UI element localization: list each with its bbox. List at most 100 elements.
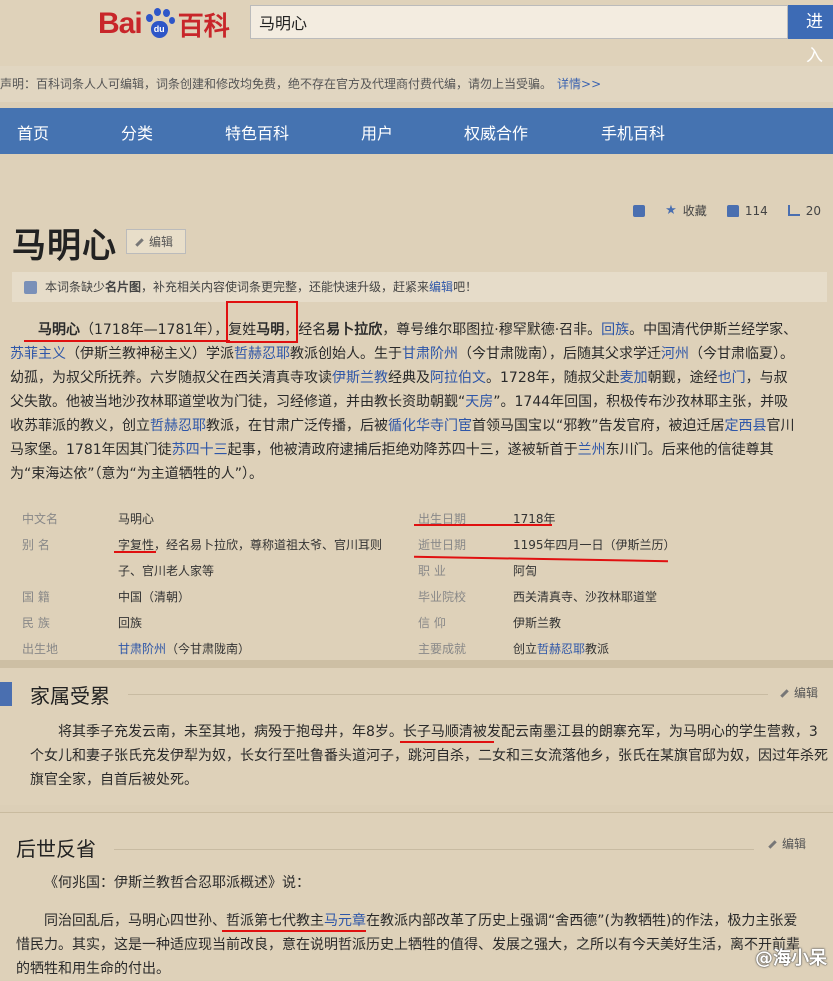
- link-arabic[interactable]: 阿拉伯文: [430, 370, 486, 386]
- info-key: 职 业: [418, 564, 446, 578]
- info-key: 中文名: [22, 512, 59, 526]
- share-icon[interactable]: [787, 205, 800, 216]
- info-key: 出生地: [22, 642, 59, 656]
- info-value: 马明心: [118, 512, 155, 526]
- nav-mobile[interactable]: 手机百科: [601, 120, 665, 144]
- info-value-rest: 教派: [585, 642, 610, 656]
- annotation-underline: [400, 741, 494, 743]
- section-family: 家属受累 编辑 将其季子充发云南，未至其地，病殁于抱母井，年8岁。长子马顺清被发…: [0, 668, 833, 805]
- info-link-jahriyya[interactable]: 哲赫忍耶: [537, 642, 585, 656]
- section-edit-button[interactable]: 编辑: [780, 684, 818, 701]
- annotation-box: [226, 301, 298, 343]
- link-tianfang[interactable]: 天房: [465, 394, 493, 410]
- nav-user[interactable]: 用户: [361, 120, 393, 144]
- link-hui[interactable]: 回族: [601, 322, 629, 338]
- star-icon[interactable]: ★: [665, 203, 677, 218]
- add-icon[interactable]: [633, 204, 646, 217]
- annotation-underline: [114, 551, 156, 553]
- intro-s13: 教派，在甘肃广泛传播，后被: [206, 418, 388, 434]
- info-link-hui[interactable]: 回族: [118, 610, 142, 636]
- section-paragraph: 将其季子充发云南，未至其地，病殁于抱母井，年8岁。长子马顺清被发配云南墨江县的朗…: [30, 720, 830, 792]
- link-jiezhou[interactable]: 甘肃阶州: [402, 346, 458, 362]
- tip-text-end: 吧！: [453, 280, 478, 294]
- link-hezhou[interactable]: 河州: [661, 346, 689, 362]
- section-rule: [114, 849, 754, 850]
- intro-dates: （1718年—1781年），: [80, 322, 229, 338]
- info-value: 1718年: [513, 512, 556, 526]
- logo-text-bai: Bai: [98, 7, 143, 40]
- info-link-ahong[interactable]: 阿訇: [513, 558, 537, 584]
- missing-image-tip: 本词条缺少名片图，补充相关内容使词条更完整，还能快速升级，赶紧来编辑吧！: [12, 272, 827, 302]
- info-value: 西关清真寺、沙孜林耶道堂: [513, 590, 658, 604]
- info-value: 字复性，经名易卜拉欣，尊称道祖太爷、官川耳则: [118, 532, 382, 558]
- intro-name: 马明心: [38, 322, 80, 338]
- pencil-icon: [768, 840, 777, 849]
- article-toolbar: ★ 收藏 114 20: [633, 202, 821, 219]
- like-count: 114: [744, 203, 768, 218]
- para-a: 将其季子充发云南，未至其地，病殁于抱母井，年8岁。: [58, 724, 403, 740]
- section-edit-button[interactable]: 编辑: [768, 835, 806, 852]
- edit-button[interactable]: 编辑: [126, 229, 186, 254]
- link-ma-yuanzhang[interactable]: 马元章: [324, 913, 366, 929]
- link-dingxi[interactable]: 定西县: [725, 418, 767, 434]
- intro-paragraph: 马明心（1718年—1781年），复姓马明，经名易卜拉欣，尊号维尔耶图拉·穆罕默…: [10, 318, 800, 486]
- alias-a: 字复性: [118, 538, 155, 552]
- intro-s10: 朝觐，途经: [647, 370, 718, 386]
- para-a: 同治回乱后，马明心四世孙、: [44, 913, 226, 929]
- intro-s14: 首领马国宝以“邪教”告发官府，被迫迁居: [472, 418, 725, 434]
- link-mecca[interactable]: 麦加: [620, 370, 648, 386]
- link-sufi[interactable]: 苏菲主义: [10, 346, 66, 362]
- info-value-pre: 创立: [513, 642, 538, 656]
- tip-text-mid: ，补充相关内容使词条更完整，还能快速升级，赶紧来: [141, 280, 430, 294]
- nav-authority[interactable]: 权威合作: [464, 120, 528, 144]
- info-key: 国 籍: [22, 590, 50, 604]
- header: Bai du 百科 进入: [0, 0, 833, 66]
- link-su43[interactable]: 苏四十三: [172, 442, 228, 458]
- intro-s8: 经典及: [388, 370, 430, 386]
- nav-home[interactable]: 首页: [17, 120, 49, 144]
- enter-button[interactable]: 进入: [788, 5, 833, 66]
- share-count: 20: [805, 203, 821, 218]
- thumbs-up-icon[interactable]: [726, 204, 739, 217]
- edit-label: 编辑: [782, 837, 807, 851]
- info-key: 毕业院校: [418, 590, 467, 604]
- intro-s4: （伊斯兰教神秘主义）学派: [66, 346, 234, 362]
- info-key: 逝世日期: [418, 538, 467, 552]
- edit-note-icon: [24, 281, 37, 294]
- notice-bar: 声明：百科词条人人可编辑，词条创建和修改均免费，绝不存在官方及代理商付费代编，请…: [0, 66, 833, 102]
- alias-b: ，经名易卜拉欣，尊称道祖太爷、官川耳则: [154, 538, 383, 552]
- info-value-rest: （今甘肃陇南）: [166, 642, 251, 656]
- link-xunhua[interactable]: 循化华寺门宦: [388, 418, 472, 434]
- collect-button[interactable]: 收藏: [683, 202, 707, 219]
- paw-icon: du: [143, 8, 175, 40]
- nav-category[interactable]: 分类: [121, 120, 153, 144]
- section-reflection: 后世反省 编辑 《何兆国：伊斯兰教哲合忍耶派概述》说： 同治回乱后，马明心四世孙…: [0, 812, 833, 980]
- nav-featured[interactable]: 特色百科: [225, 120, 289, 144]
- link-jahriyya-2[interactable]: 哲赫忍耶: [150, 418, 206, 434]
- info-link-jiezhou[interactable]: 甘肃阶州: [118, 642, 166, 656]
- info-link-islam[interactable]: 伊斯兰教: [513, 610, 561, 636]
- search-box[interactable]: [250, 5, 788, 39]
- link-jahriyya[interactable]: 哲赫忍耶: [234, 346, 290, 362]
- intro-ibrahim: 易卜拉欣: [326, 322, 383, 338]
- article: ★ 收藏 114 20 马明心 编辑 本词条缺少名片图，补充相关内容使词条更完整…: [0, 160, 833, 660]
- link-yemen[interactable]: 也门: [718, 370, 746, 386]
- baidu-baike-logo[interactable]: Bai du 百科: [98, 6, 230, 42]
- edit-label: 编辑: [794, 686, 819, 700]
- tip-edit-link[interactable]: 编辑: [429, 280, 453, 294]
- search-input[interactable]: [251, 6, 767, 38]
- pencil-icon: [135, 238, 144, 247]
- notice-text: 声明：百科词条人人可编辑，词条创建和修改均免费，绝不存在官方及代理商付费代编，请…: [0, 77, 553, 91]
- intro-s16: 起事，他被清政府逮捕后拒绝劝降苏四十三，遂被斩首于: [227, 442, 578, 458]
- link-islam[interactable]: 伊斯兰教: [332, 370, 388, 386]
- notice-details-link[interactable]: 详情>>: [557, 77, 601, 91]
- info-value: 创立哲赫忍耶教派: [513, 636, 609, 662]
- intro-s5: 教派创始人。生于: [290, 346, 402, 362]
- pencil-icon: [780, 689, 789, 698]
- link-lanzhou[interactable]: 兰州: [578, 442, 606, 458]
- page-title: 马明心: [12, 226, 117, 266]
- watermark: @海小呆: [755, 948, 827, 969]
- info-key: 信 仰: [418, 616, 446, 630]
- info-value-cont: 子、官川老人家等: [118, 564, 215, 578]
- logo-text-baike: 百科: [177, 10, 230, 41]
